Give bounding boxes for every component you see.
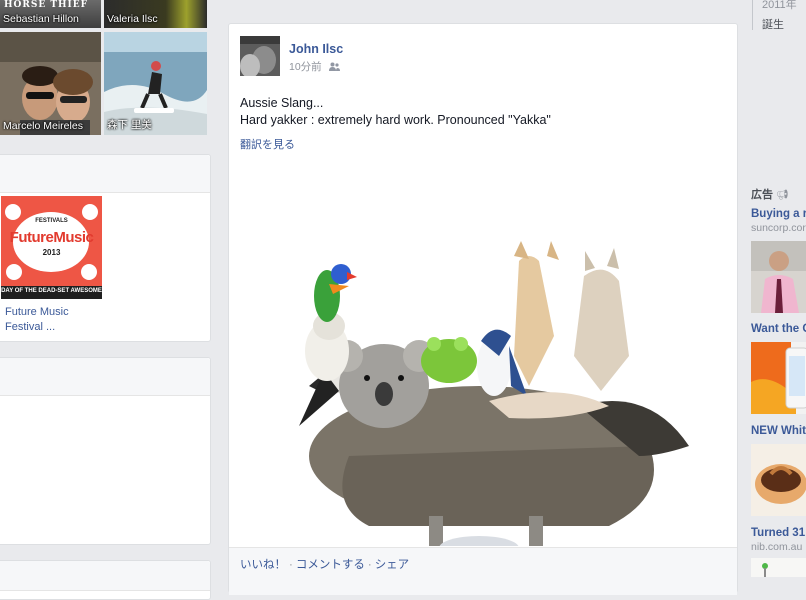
ads-header-text: 広告 (751, 189, 773, 201)
ad-domain[interactable]: nib.com.au (751, 541, 802, 553)
timeline-year[interactable]: 2011年 (762, 0, 797, 12)
empty-card (0, 357, 211, 545)
ad-title[interactable]: NEW Whit (751, 425, 806, 437)
ad-image[interactable] (751, 444, 806, 516)
card-header (0, 561, 210, 591)
ads-header: 広告 📢︎ (751, 186, 789, 202)
post-timestamp[interactable]: 10分前 (289, 59, 340, 74)
ad-title[interactable]: Turned 31 (751, 527, 805, 539)
separator: · (367, 559, 372, 571)
post-text-line: Hard yakker : extremely hard work. Prono… (240, 113, 551, 127)
page-name-link[interactable]: Future Music Festival ... (5, 305, 95, 335)
card-header (0, 358, 210, 396)
ad-photo (751, 444, 806, 516)
ad-photo (751, 342, 806, 414)
tile-caption: HORSE THIEF (4, 0, 88, 10)
friend-tile[interactable]: Marcelo Meireles (0, 32, 101, 135)
friend-name: 森下 里美 (107, 119, 152, 131)
time-text: 10分前 (289, 61, 322, 73)
friend-name: Marcelo Meireles (3, 120, 83, 132)
post-action-bar: いいね！ · コメントする · シェア (229, 547, 737, 595)
logo-tagline: DAY OF THE DEAD-SET AWESOME (1, 288, 102, 294)
friend-name: Sebastian Hillon (3, 13, 79, 25)
logo-top-text: FESTIVALS (35, 218, 68, 224)
page-logo[interactable]: FESTIVALS FutureMusic 2013 DAY OF THE DE… (1, 196, 102, 299)
ad-image[interactable] (751, 342, 806, 414)
ad-domain[interactable]: suncorp.cor (751, 222, 806, 234)
ad-title[interactable]: Want the C (751, 323, 806, 335)
friend-tile[interactable]: HORSE THIEF Sebastian Hillon (0, 0, 101, 28)
logo-main-text: FutureMusic (9, 229, 94, 246)
ad-image[interactable] (751, 241, 806, 313)
friend-tile[interactable]: 森下 里美 (104, 32, 207, 135)
comment-link[interactable]: コメントする (296, 559, 365, 571)
next-card (0, 560, 211, 600)
post-text: Aussie Slang... Hard yakker : extremely … (240, 95, 551, 129)
separator: · (289, 559, 293, 571)
likes-card: FESTIVALS FutureMusic 2013 DAY OF THE DE… (0, 154, 211, 342)
right-column: 2011年 誕生 広告 📢︎ Buying a r suncorp.cor Wa… (744, 0, 806, 577)
see-translation-link[interactable]: 翻訳を見る (240, 136, 295, 152)
share-link[interactable]: シェア (375, 559, 410, 571)
post-actions: いいね！ · コメントする · シェア (240, 556, 409, 572)
timeline-divider (752, 0, 753, 30)
post-card: John Ilsc 10分前 Aussie Slang... Hard yakk… (228, 23, 738, 595)
timeline-birth[interactable]: 誕生 (762, 16, 784, 32)
friend-tile[interactable]: Valeria Ilsc (104, 0, 207, 28)
logo-year-text: 2013 (42, 248, 61, 257)
avatar-image (240, 36, 280, 76)
card-header (0, 155, 210, 193)
friends-icon (328, 62, 340, 71)
author-name[interactable]: John Ilsc (289, 42, 343, 56)
ad-photo (751, 241, 806, 313)
post-text-line: Aussie Slang... (240, 96, 324, 110)
ad-photo (751, 558, 806, 577)
ad-image[interactable] (751, 558, 806, 577)
author-avatar[interactable] (240, 36, 280, 76)
like-link[interactable]: いいね！ (240, 559, 286, 571)
ad-title[interactable]: Buying a r (751, 208, 806, 220)
post-image[interactable] (229, 156, 737, 546)
megaphone-icon: 📢︎ (776, 190, 789, 201)
friend-name: Valeria Ilsc (107, 13, 158, 25)
